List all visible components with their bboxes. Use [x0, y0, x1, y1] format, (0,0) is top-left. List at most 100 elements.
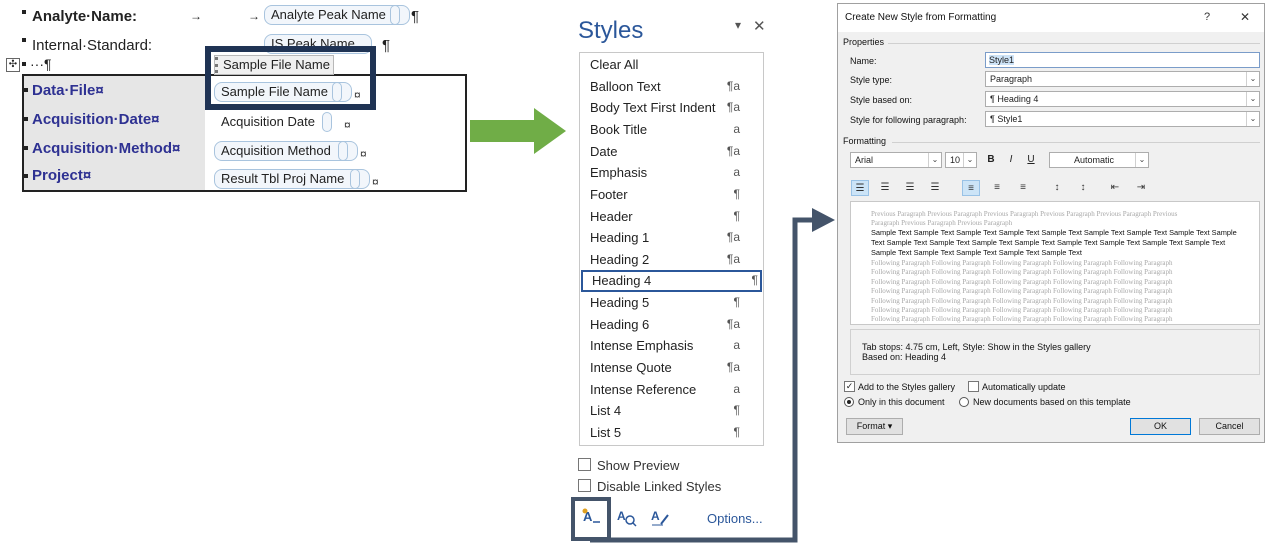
- only-document-label: Only in this document: [858, 397, 945, 407]
- only-document-radio[interactable]: [844, 397, 854, 407]
- formatting-heading: Formatting: [843, 136, 887, 146]
- following-label: Style for following paragraph:: [850, 115, 967, 125]
- green-arrow-icon: [470, 108, 566, 154]
- preview-prev-line: Paragraph Previous Paragraph Previous Pa…: [871, 219, 1013, 227]
- table-move-handle-icon[interactable]: ✣: [6, 58, 20, 72]
- based-on-label: Style based on:: [850, 95, 913, 105]
- justify-icon[interactable]: ☰: [926, 180, 944, 196]
- cell-mark: ¤: [344, 118, 351, 132]
- analyte-label: Analyte·Name:: [32, 8, 138, 25]
- preview-next-line: Following Paragraph Following Paragraph …: [871, 297, 1173, 305]
- underline-button[interactable]: U: [1024, 152, 1038, 168]
- field-end-cap: [350, 169, 360, 189]
- double-spacing-icon[interactable]: ≡: [1014, 180, 1032, 196]
- connector-arrow-icon: [590, 208, 835, 543]
- auto-update-checkbox[interactable]: [968, 381, 979, 392]
- style-item-clear-all[interactable]: Clear All: [581, 54, 762, 75]
- pilcrow-icon: ¶: [382, 37, 391, 54]
- field-tooltip[interactable]: Sample File Name: [214, 55, 334, 75]
- style-item[interactable]: Date ¶a: [581, 141, 762, 162]
- cell-mark: ¤: [360, 147, 367, 161]
- help-icon[interactable]: ?: [1204, 11, 1210, 23]
- cancel-button[interactable]: Cancel: [1199, 418, 1260, 435]
- preview-next-line: Following Paragraph Following Paragraph …: [871, 259, 1173, 267]
- analyte-peak-field[interactable]: Analyte Peak Name: [264, 5, 410, 25]
- properties-heading: Properties: [843, 37, 885, 47]
- new-documents-label: New documents based on this template: [973, 397, 1131, 407]
- dialog-titlebar: Create New Style from Formatting ? ✕: [838, 4, 1264, 32]
- preview-next-line: Following Paragraph Following Paragraph …: [871, 287, 1173, 295]
- row-label-acquisition-method: Acquisition·Method¤: [32, 140, 181, 157]
- description-line: Based on: Heading 4: [862, 352, 947, 362]
- row-label-data-file: Data·File¤: [32, 82, 104, 99]
- pane-dropdown-icon[interactable]: ▾: [735, 18, 741, 32]
- style-type-select[interactable]: Paragraph ⌄: [985, 71, 1260, 87]
- onehalf-spacing-icon[interactable]: ≡: [988, 180, 1006, 196]
- style-item[interactable]: Body Text First Indent ¶a: [581, 97, 762, 118]
- based-on-select[interactable]: ¶ Heading 4 ⌄: [985, 91, 1260, 107]
- style-preview: Previous Paragraph Previous Paragraph Pr…: [850, 201, 1260, 325]
- field-end-cap: [390, 5, 400, 25]
- preview-next-line: Following Paragraph Following Paragraph …: [871, 306, 1173, 314]
- preview-sample-line: Sample Text Sample Text Sample Text Samp…: [871, 248, 1082, 257]
- increase-indent-icon[interactable]: ⇥: [1132, 180, 1150, 196]
- tab-arrow-icon: →: [248, 9, 260, 23]
- decrease-spacing-icon[interactable]: ↕: [1074, 180, 1092, 196]
- style-item[interactable]: Emphasis a: [581, 162, 762, 183]
- new-documents-radio[interactable]: [959, 397, 969, 407]
- align-center-icon[interactable]: ☰: [876, 180, 894, 196]
- dialog-close-icon[interactable]: ✕: [1240, 10, 1250, 24]
- single-spacing-icon[interactable]: ≡: [962, 180, 980, 196]
- preview-next-line: Following Paragraph Following Paragraph …: [871, 315, 1173, 323]
- create-style-dialog: Create New Style from Formatting ? ✕ Pro…: [837, 3, 1265, 443]
- style-item[interactable]: Book Title a: [581, 119, 762, 140]
- styles-pane-title: Styles: [578, 17, 644, 44]
- pane-close-icon[interactable]: ✕: [753, 17, 766, 35]
- name-input[interactable]: Style1: [985, 52, 1260, 68]
- dialog-title: Create New Style from Formatting: [845, 12, 997, 23]
- para-mark: [22, 62, 26, 66]
- preview-sample-line: Text Sample Text Sample Text Sample Text…: [871, 238, 1226, 247]
- ok-button[interactable]: OK: [1130, 418, 1191, 435]
- size-select[interactable]: 10 ⌄: [945, 152, 977, 168]
- field-end-cap: [322, 112, 332, 132]
- add-gallery-checkbox[interactable]: ✓: [844, 381, 855, 392]
- following-select[interactable]: ¶ Style1 ⌄: [985, 111, 1260, 127]
- para-mark: [24, 174, 28, 178]
- para-mark: [24, 146, 28, 150]
- divider: [888, 43, 1260, 44]
- drag-handle[interactable]: [215, 57, 218, 73]
- align-right-icon[interactable]: ☰: [901, 180, 919, 196]
- color-select[interactable]: Automatic ⌄: [1049, 152, 1149, 168]
- tab-arrow-icon: →: [190, 9, 202, 23]
- row-field-project[interactable]: Result Tbl Proj Name: [214, 169, 370, 189]
- style-description: Tab stops: 4.75 cm, Left, Style: Show in…: [850, 329, 1260, 375]
- add-gallery-label: Add to the Styles gallery: [858, 382, 956, 392]
- para-mark: [22, 10, 26, 14]
- increase-spacing-icon[interactable]: ↕: [1048, 180, 1066, 196]
- style-item[interactable]: Balloon Text ¶a: [581, 76, 762, 97]
- bold-button[interactable]: B: [984, 152, 998, 168]
- para-mark: [24, 88, 28, 92]
- font-select[interactable]: Arial ⌄: [850, 152, 942, 168]
- preview-next-line: Following Paragraph Following Paragraph …: [871, 278, 1173, 286]
- style-type-label: Style type:: [850, 75, 893, 85]
- preview-next-line: Following Paragraph Following Paragraph …: [871, 268, 1173, 276]
- preview-prev-line: Previous Paragraph Previous Paragraph Pr…: [871, 210, 1178, 218]
- preview-sample-line: Sample Text Sample Text Sample Text Samp…: [871, 228, 1237, 237]
- row-field-acquisition-method[interactable]: Acquisition Method: [214, 141, 358, 161]
- name-label: Name:: [850, 56, 877, 66]
- para-mark: [22, 38, 26, 42]
- field-end-cap: [338, 141, 348, 161]
- description-line: Tab stops: 4.75 cm, Left, Style: Show in…: [862, 342, 1091, 352]
- name-value: Style1: [989, 55, 1015, 65]
- format-button[interactable]: Format ▾: [846, 418, 903, 435]
- internal-standard-label: Internal·Standard:: [32, 37, 153, 54]
- para-mark: [24, 117, 28, 121]
- auto-update-label: Automatically update: [982, 382, 1066, 392]
- align-left-icon[interactable]: ☰: [851, 180, 869, 196]
- divider: [892, 142, 1260, 143]
- italic-button[interactable]: I: [1004, 152, 1018, 168]
- decrease-indent-icon[interactable]: ⇤: [1106, 180, 1124, 196]
- empty-paragraph: ···¶: [30, 56, 52, 72]
